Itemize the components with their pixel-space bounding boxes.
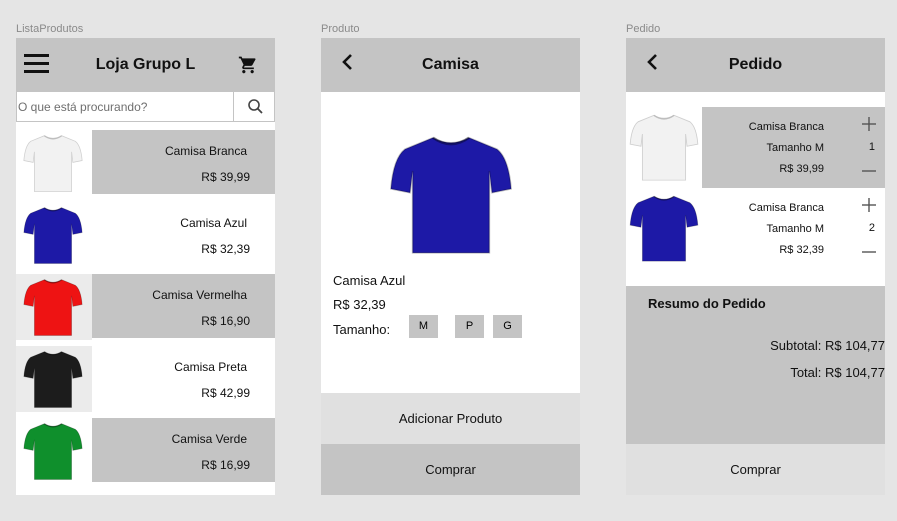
summary-title: Resumo do Pedido: [648, 296, 766, 311]
minus-icon[interactable]: [861, 251, 877, 253]
search-icon[interactable]: [234, 92, 275, 121]
pedido-screen: Pedido Camisa Branca Tamanho M R$ 39,99 …: [626, 38, 885, 495]
product-info: Camisa Vermelha R$ 16,90: [92, 274, 275, 338]
order-item: Camisa Branca Tamanho M R$ 32,39 2: [626, 188, 885, 269]
list-item[interactable]: Camisa Preta R$ 42,99: [16, 346, 275, 418]
frame-label-lista: ListaProdutos: [16, 23, 84, 35]
order-item-info: Camisa Branca Tamanho M R$ 39,99 1: [702, 107, 885, 188]
size-label: Tamanho:: [333, 322, 391, 337]
product-name: Camisa Branca: [164, 144, 247, 158]
minus-icon[interactable]: [861, 170, 877, 172]
size-button-g[interactable]: G: [493, 315, 522, 338]
order-item-price: R$ 32,39: [779, 244, 824, 256]
product-info: Camisa Branca R$ 39,99: [92, 130, 275, 194]
product-image: [381, 104, 521, 264]
plus-icon[interactable]: [861, 197, 877, 213]
tshirt-icon: [629, 195, 699, 262]
subtotal-value: Subtotal: R$ 104,77: [770, 338, 885, 353]
product-price: R$ 32,39: [333, 297, 386, 312]
tshirt-icon: [629, 114, 699, 181]
total-value: Total: R$ 104,77: [790, 365, 885, 380]
pedido-header: Pedido: [626, 38, 885, 92]
product-price: R$ 16,99: [201, 458, 250, 472]
order-item-size: Tamanho M: [766, 223, 824, 235]
tshirt-icon: [23, 279, 83, 336]
order-item-thumbnail: [626, 188, 702, 269]
product-thumbnail: [16, 274, 92, 340]
tshirt-icon: [23, 207, 83, 264]
product-name: Camisa Vermelha: [152, 288, 247, 302]
list-item[interactable]: Camisa Branca R$ 39,99: [16, 130, 275, 202]
size-button-m[interactable]: M: [409, 315, 438, 338]
tshirt-icon: [23, 423, 83, 480]
buy-button[interactable]: Comprar: [321, 444, 580, 495]
produto-title: Camisa: [422, 56, 479, 73]
product-thumbnail: [16, 202, 92, 268]
tshirt-icon: [23, 351, 83, 408]
product-info: Camisa Preta R$ 42,99: [92, 346, 275, 410]
plus-icon[interactable]: [861, 116, 877, 132]
lista-header: Loja Grupo L: [16, 38, 275, 92]
product-thumbnail: [16, 418, 92, 484]
list-item[interactable]: Camisa Azul R$ 32,39: [16, 202, 275, 274]
tshirt-icon: [23, 135, 83, 192]
product-name: Camisa Azul: [333, 273, 406, 288]
order-item-info: Camisa Branca Tamanho M R$ 32,39 2: [702, 188, 885, 269]
list-item[interactable]: Camisa Vermelha R$ 16,90: [16, 274, 275, 346]
product-info: Camisa Azul R$ 32,39: [92, 202, 275, 266]
order-item-name: Camisa Branca: [748, 202, 824, 214]
produto-header: Camisa: [321, 38, 580, 92]
product-thumbnail: [16, 346, 92, 412]
cart-icon[interactable]: [237, 55, 259, 75]
frame-label-pedido: Pedido: [626, 23, 661, 35]
order-item-thumbnail: [626, 107, 702, 188]
product-thumbnail: [16, 130, 92, 196]
order-item-quantity: 2: [868, 222, 875, 234]
pedido-title: Pedido: [728, 56, 783, 73]
order-item: Camisa Branca Tamanho M R$ 39,99 1: [626, 107, 885, 188]
product-price: R$ 32,39: [201, 242, 250, 256]
product-price: R$ 16,90: [201, 314, 250, 328]
product-name: Camisa Verde: [171, 432, 247, 446]
product-name: Camisa Azul: [180, 216, 247, 230]
product-name: Camisa Preta: [174, 360, 247, 374]
product-price: R$ 39,99: [201, 170, 250, 184]
order-item-size: Tamanho M: [766, 142, 824, 154]
order-item-quantity: 1: [868, 141, 875, 153]
add-product-button[interactable]: Adicionar Produto: [321, 393, 580, 444]
search-bar: [16, 92, 275, 122]
order-item-name: Camisa Branca: [748, 121, 824, 133]
product-list: Camisa Branca R$ 39,99 Camisa Azul R$ 32…: [16, 130, 275, 490]
tshirt-icon: [390, 136, 512, 254]
order-item-price: R$ 39,99: [779, 163, 824, 175]
product-info: Camisa Verde R$ 16,99: [92, 418, 275, 482]
produto-screen: Camisa Camisa Azul R$ 32,39 Tamanho: M P…: [321, 38, 580, 495]
order-summary: Resumo do Pedido Subtotal: R$ 104,77 Tot…: [626, 286, 885, 444]
frame-label-produto: Produto: [321, 23, 360, 35]
buy-button[interactable]: Comprar: [626, 444, 885, 495]
product-price: R$ 42,99: [201, 386, 250, 400]
search-input[interactable]: [17, 92, 233, 121]
list-item[interactable]: Camisa Verde R$ 16,99: [16, 418, 275, 490]
lista-produtos-screen: Loja Grupo L Camisa Branca R$ 39,99 Cami…: [16, 38, 275, 495]
size-button-p[interactable]: P: [455, 315, 484, 338]
